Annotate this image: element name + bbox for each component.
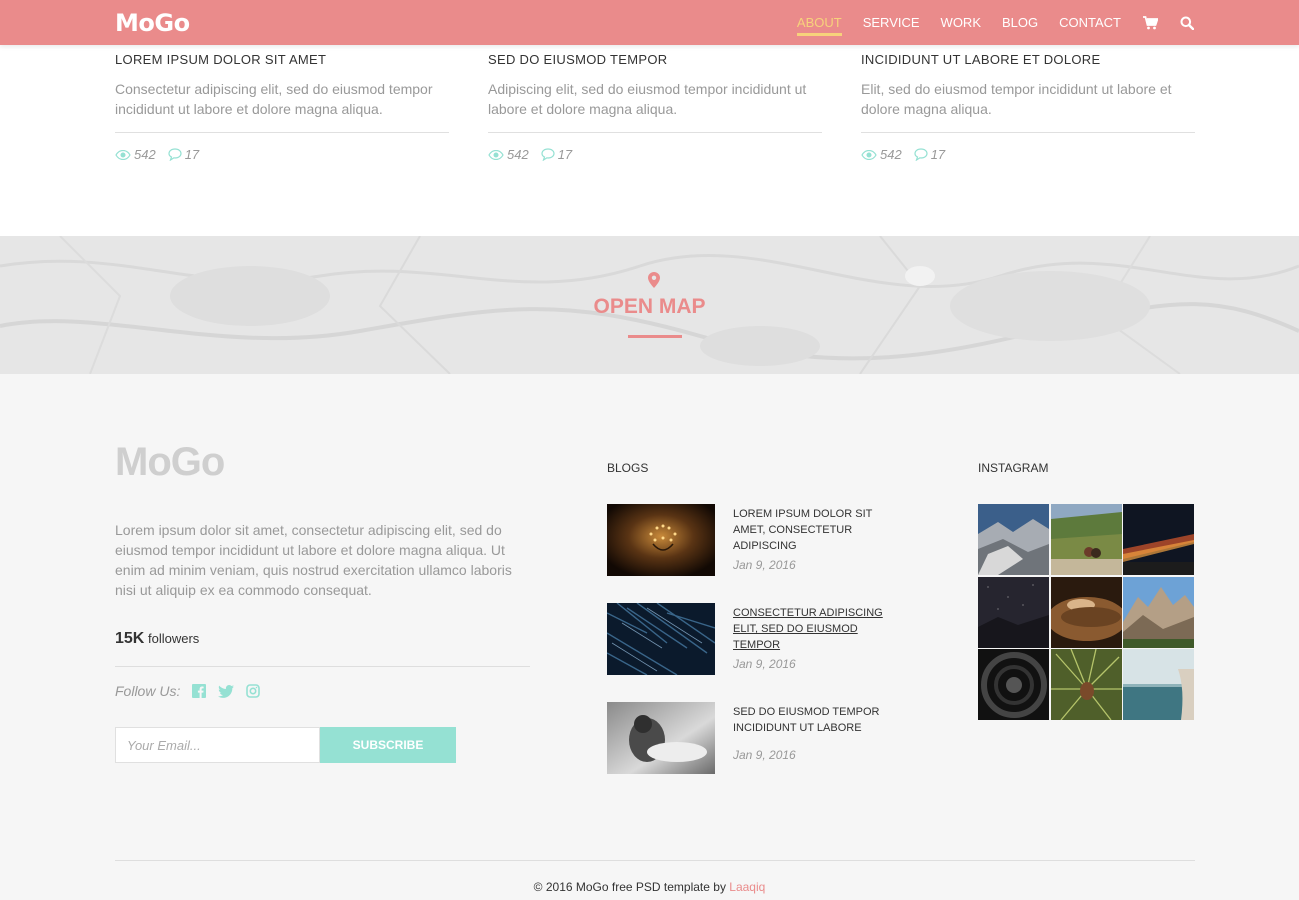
views-count: 542 — [115, 147, 156, 162]
follow-us: Follow Us: — [115, 683, 261, 699]
instagram-photo[interactable] — [978, 504, 1049, 575]
card-title[interactable]: INCIDIDUNT UT LABORE ET DOLORE — [861, 52, 1195, 67]
blog-date: Jan 9, 2016 — [733, 748, 796, 762]
card-title[interactable]: SED DO EIUSMOD TEMPOR — [488, 52, 822, 67]
blog-thumbnail[interactable] — [607, 702, 715, 774]
comments-count: 17 — [914, 147, 945, 162]
main-nav: ABOUT SERVICE WORK BLOG CONTACT — [776, 0, 1194, 45]
nav-about[interactable]: ABOUT — [796, 15, 842, 36]
card-meta: 542 17 — [115, 147, 449, 162]
followers-count: 15K followers — [115, 630, 200, 647]
views-count: 542 — [861, 147, 902, 162]
eye-icon — [488, 149, 504, 160]
comments-count: 17 — [168, 147, 199, 162]
instagram-photo[interactable] — [1050, 576, 1122, 648]
card-text: Elit, sed do eiusmod tempor incididunt u… — [861, 81, 1172, 117]
search-icon[interactable] — [1180, 16, 1194, 30]
instagram-icon[interactable] — [246, 684, 261, 698]
footer-description: Lorem ipsum dolor sit amet, consectetur … — [115, 522, 512, 598]
card-divider — [861, 132, 1195, 133]
footer-logo[interactable]: MoGo — [115, 440, 225, 485]
copyright: © 2016 MoGo free PSD template by Laaqiq — [533, 880, 766, 894]
blog-card: LOREM IPSUM DOLOR SIT AMET Consectetur a… — [115, 45, 449, 162]
blog-list-item: CONSECTETUR ADIPISCING ELIT, SED DO EIUS… — [607, 603, 907, 675]
comments-count: 17 — [541, 147, 572, 162]
comment-icon — [168, 148, 182, 161]
card-text: Adipiscing elit, sed do eiusmod tempor i… — [488, 81, 807, 117]
footer-bottom-divider — [115, 860, 1195, 861]
logo[interactable]: MoGo — [115, 9, 190, 37]
nav-contact[interactable]: CONTACT — [1059, 15, 1121, 30]
instagram-photo[interactable] — [1050, 649, 1122, 720]
instagram-photo[interactable] — [978, 649, 1049, 720]
blog-thumbnail[interactable] — [607, 603, 715, 675]
blog-title[interactable]: SED DO EIUSMOD TEMPOR INCIDIDUNT UT LABO… — [733, 704, 893, 736]
comment-icon — [541, 148, 555, 161]
nav-service[interactable]: SERVICE — [863, 15, 920, 30]
blog-title[interactable]: CONSECTETUR ADIPISCING ELIT, SED DO EIUS… — [733, 605, 893, 653]
subscribe-button[interactable]: SUBSCRIBE — [320, 727, 456, 763]
instagram-heading: INSTAGRAM — [978, 461, 1049, 475]
cart-icon[interactable] — [1143, 15, 1158, 30]
map-title-underline — [628, 335, 682, 338]
instagram-photo[interactable] — [1050, 504, 1122, 575]
blog-title[interactable]: LOREM IPSUM DOLOR SIT AMET, CONSECTETUR … — [733, 506, 893, 554]
blog-date: Jan 9, 2016 — [733, 657, 796, 671]
blog-thumbnail[interactable] — [607, 504, 715, 576]
twitter-icon[interactable] — [218, 684, 235, 698]
eye-icon — [861, 149, 877, 160]
instagram-photo[interactable] — [1123, 649, 1194, 720]
footer-divider — [115, 666, 530, 667]
blog-date: Jan 9, 2016 — [733, 558, 796, 572]
blog-list-item: SED DO EIUSMOD TEMPOR INCIDIDUNT UT LABO… — [607, 702, 907, 774]
blog-cards: LOREM IPSUM DOLOR SIT AMET Consectetur a… — [115, 45, 1195, 162]
blog-card: SED DO EIUSMOD TEMPOR Adipiscing elit, s… — [488, 45, 822, 162]
instagram-photo[interactable] — [978, 576, 1049, 648]
nav-work[interactable]: WORK — [941, 15, 981, 30]
blogs-heading: BLOGS — [607, 461, 649, 475]
card-text: Consectetur adipiscing elit, sed do eius… — [115, 81, 433, 117]
facebook-icon[interactable] — [192, 684, 207, 698]
header: MoGo ABOUT SERVICE WORK BLOG CONTACT — [0, 0, 1299, 45]
open-map-link[interactable]: OPEN MAP — [0, 295, 1299, 319]
instagram-grid — [978, 504, 1194, 720]
follow-label: Follow Us: — [115, 683, 181, 699]
card-divider — [115, 132, 449, 133]
views-count: 542 — [488, 147, 529, 162]
map-pin-icon[interactable] — [648, 272, 660, 293]
card-meta: 542 17 — [861, 147, 1195, 162]
blog-card: INCIDIDUNT UT LABORE ET DOLORE Elit, sed… — [861, 45, 1195, 162]
blog-list-item: LOREM IPSUM DOLOR SIT AMET, CONSECTETUR … — [607, 504, 907, 576]
eye-icon — [115, 149, 131, 160]
card-title[interactable]: LOREM IPSUM DOLOR SIT AMET — [115, 52, 449, 67]
card-meta: 542 17 — [488, 147, 822, 162]
instagram-photo[interactable] — [1123, 504, 1194, 575]
email-input[interactable] — [115, 727, 320, 763]
card-divider — [488, 132, 822, 133]
author-link[interactable]: Laaqiq — [729, 880, 765, 894]
comment-icon — [914, 148, 928, 161]
nav-blog[interactable]: BLOG — [1002, 15, 1038, 30]
instagram-photo[interactable] — [1123, 576, 1194, 648]
